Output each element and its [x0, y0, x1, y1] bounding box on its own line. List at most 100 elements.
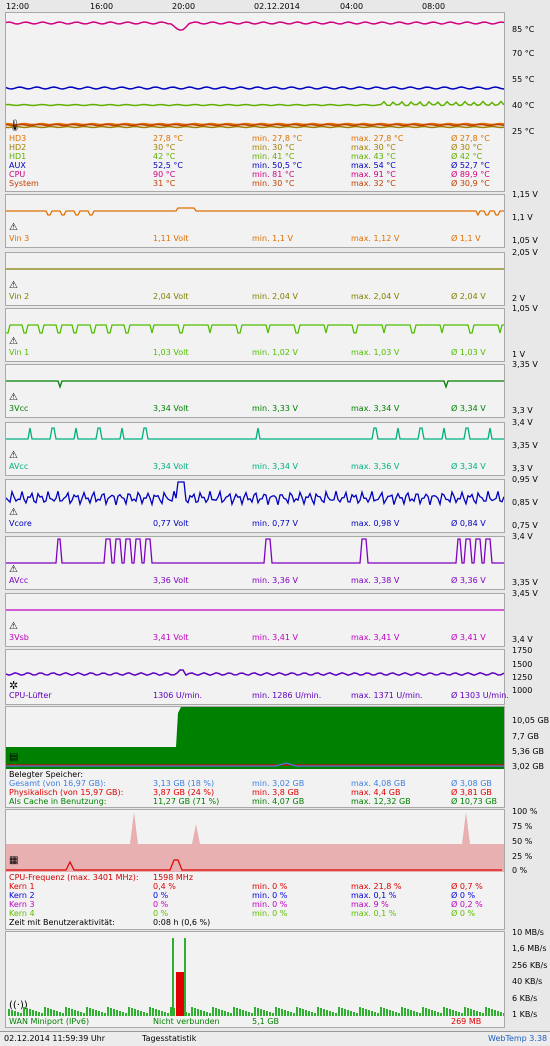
network-received-bar — [203, 1011, 205, 1016]
voltage-name: AVcc — [9, 462, 29, 471]
network-received-bar — [188, 1013, 190, 1016]
network-received-bar — [152, 1008, 154, 1016]
temp-y-label: 55 °C — [512, 75, 535, 84]
voltage-min: min. 3,36 V — [252, 576, 298, 585]
temp-series-hd2 — [6, 125, 504, 129]
cpu-core-max: max. 0,1 % — [351, 891, 397, 900]
network-received-bar — [332, 1012, 334, 1016]
memory-avg: Ø 10,73 GB — [451, 797, 497, 806]
temperature-row: System 31 °C min. 30 °C max. 32 °C Ø 30,9 °C — [5, 179, 505, 188]
network-received-bar — [398, 1013, 400, 1016]
network-received-bar — [257, 1008, 259, 1016]
temp-series-aux — [6, 86, 504, 90]
time-label: 04:00 — [340, 2, 364, 11]
cpu-frequency-label: CPU-Frequenz (max. 3401 MHz): — [9, 873, 139, 882]
voltage-y-label: 1,15 V — [512, 190, 538, 199]
voltage-min: min. 0,77 V — [252, 519, 298, 528]
time-label: 02.12.2014 — [254, 2, 300, 11]
network-received-bar — [83, 1013, 85, 1016]
cpu-core-min: min. 0 % — [252, 882, 288, 891]
webtemp-brand-link[interactable]: WebTemp 3.38 — [488, 1034, 547, 1043]
voltage-row: AVcc 3,34 Volt min. 3,34 V max. 3,36 V Ø 3,3… — [5, 462, 505, 471]
cpu-y-label: 25 % — [512, 852, 533, 861]
memory-graph — [6, 707, 504, 769]
fan-min: min. 1286 U/min. — [252, 691, 322, 700]
network-received-bar — [347, 1010, 349, 1016]
fan-y-label: 1000 — [512, 686, 533, 695]
voltage-name: 3Vsb — [9, 633, 29, 642]
temperature-current: 90 °C — [153, 170, 176, 179]
voltage-series-line — [6, 481, 504, 507]
voltage-current: 3,34 Volt — [153, 462, 189, 471]
network-received-bar — [404, 1008, 406, 1016]
network-received-bar — [254, 1007, 256, 1016]
network-received-bar — [290, 1012, 292, 1016]
network-received-bar — [158, 1010, 160, 1016]
network-received-bar — [98, 1011, 100, 1016]
network-received-bar — [449, 1009, 451, 1016]
network-received-bar — [227, 1012, 229, 1016]
network-received-bar — [458, 1012, 460, 1016]
network-received-bar — [467, 1008, 469, 1016]
user-activity-label: Zeit mit Benutzeraktivität: — [9, 918, 115, 927]
voltage-y-label: 2,05 V — [512, 248, 538, 257]
memory-title: Belegter Speicher: — [5, 770, 505, 779]
voltage-graph — [6, 324, 504, 334]
mem-y-label: 5,36 GB — [512, 747, 545, 756]
voltage-current: 2,04 Volt — [153, 292, 189, 301]
voltage-y-label: 3,3 V — [512, 406, 533, 415]
fan-name: CPU-Lüfter — [9, 691, 52, 700]
voltage-y-label: 1,05 V — [512, 304, 538, 313]
voltage-graph — [6, 609, 504, 611]
network-received-bar — [215, 1008, 217, 1016]
memory-row: Als Cache in Benutzung: 11,27 GB (71 %) mi… — [5, 797, 505, 806]
network-received-bar — [260, 1009, 262, 1016]
memory-min: min. 3,8 GB — [252, 788, 300, 797]
network-received-bar — [359, 1007, 361, 1016]
voltage-min: min. 3,41 V — [252, 633, 298, 642]
temperature-row: CPU 90 °C min. 81 °C max. 91 °C Ø 89,9 °C — [5, 170, 505, 179]
network-received-bar — [32, 1010, 34, 1016]
network-received-bar — [149, 1007, 151, 1016]
memory-min: min. 3,02 GB — [252, 779, 305, 788]
voltage-row: AVcc 3,36 Volt min. 3,36 V max. 3,38 V Ø 3,3… — [5, 576, 505, 585]
network-received-bar — [212, 1007, 214, 1016]
cpu-core-avg: Ø 0 % — [451, 909, 476, 918]
network-received-bar — [128, 1007, 130, 1016]
voltage-series-line — [6, 538, 504, 564]
network-received-bar — [470, 1009, 472, 1016]
network-received-bar — [485, 1007, 487, 1016]
network-received-bar — [296, 1007, 298, 1016]
temperature-max: max. 27,8 °C — [351, 134, 404, 143]
network-received-bar — [272, 1013, 274, 1016]
network-received-bar — [455, 1011, 457, 1016]
time-axis: 12:00 16:00 20:00 02.12.2014 04:00 08:00 — [0, 0, 550, 12]
voltage-y-label: 1,05 V — [512, 236, 538, 245]
network-received-bar — [172, 938, 174, 1016]
daily-statistics-link[interactable]: Tagesstatistik — [142, 1034, 196, 1043]
temperature-row: HD2 30 °C min. 30 °C max. 30 °C Ø 30 °C — [5, 143, 505, 152]
mem-y-label: 10,05 GB — [512, 716, 550, 725]
temperature-avg: Ø 27,8 °C — [451, 134, 490, 143]
network-received-bar — [47, 1008, 49, 1016]
network-received-bar — [107, 1007, 109, 1016]
temp-y-label: 70 °C — [512, 49, 535, 58]
voltage-graph — [6, 427, 504, 440]
temperature-avg: Ø 30 °C — [451, 143, 483, 152]
voltage-series-line — [6, 207, 504, 217]
network-received-bar — [71, 1009, 73, 1016]
network-received-bar — [62, 1013, 64, 1016]
footer-datetime: 02.12.2014 11:59:39 Uhr — [4, 1034, 106, 1043]
network-received-bar — [251, 1013, 253, 1016]
voltage-y-label: 0,75 V — [512, 521, 538, 530]
network-received-bar — [386, 1009, 388, 1016]
fan-row: CPU-Lüfter 1306 U/min. min. 1286 U/min. … — [5, 691, 509, 700]
cpu-core-current: 0 % — [153, 891, 169, 900]
network-received-bar — [323, 1009, 325, 1016]
voltage-y-label: 3,4 V — [512, 635, 533, 644]
cpu-y-label: 100 % — [512, 807, 538, 816]
cpu-frequency-row: CPU-Frequenz (max. 3401 MHz): 1598 MHz — [5, 873, 505, 882]
network-received-bar — [266, 1011, 268, 1016]
user-activity-row: Zeit mit Benutzeraktivität: 0:08 h (0,6 … — [5, 918, 505, 927]
voltage-graph — [6, 380, 504, 390]
